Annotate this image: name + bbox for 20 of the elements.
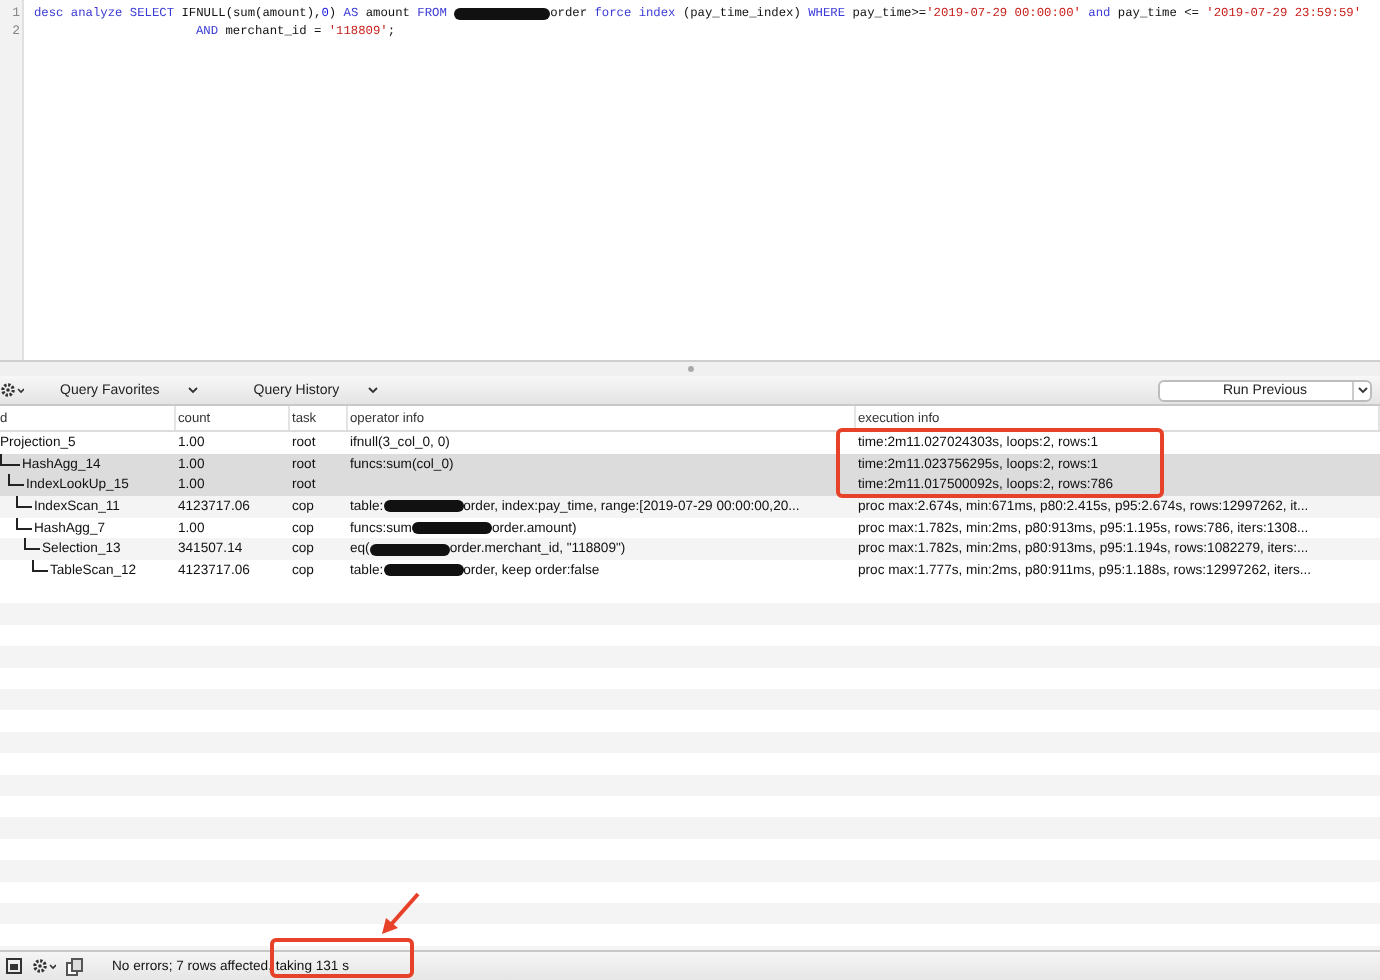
arrow-annotation <box>376 890 424 938</box>
tree-line <box>32 560 48 572</box>
tree-line <box>16 517 32 530</box>
tree-line <box>16 496 32 508</box>
tree-line <box>8 474 24 487</box>
settings-icon[interactable] <box>0 382 24 398</box>
redaction-mark <box>454 7 551 19</box>
redaction-mark <box>369 543 450 556</box>
caret-icon <box>1357 386 1367 394</box>
caret-icon <box>367 386 378 394</box>
redaction-mark <box>383 500 464 513</box>
highlight-box <box>269 938 413 978</box>
settings-icon[interactable] <box>32 958 56 974</box>
copy-icon[interactable] <box>66 957 84 975</box>
tree-line <box>24 538 40 551</box>
caret-icon <box>187 386 198 394</box>
redaction-mark <box>383 564 464 577</box>
redaction-mark <box>411 522 492 535</box>
panel-icon[interactable] <box>6 958 22 974</box>
tree-line <box>0 453 20 466</box>
